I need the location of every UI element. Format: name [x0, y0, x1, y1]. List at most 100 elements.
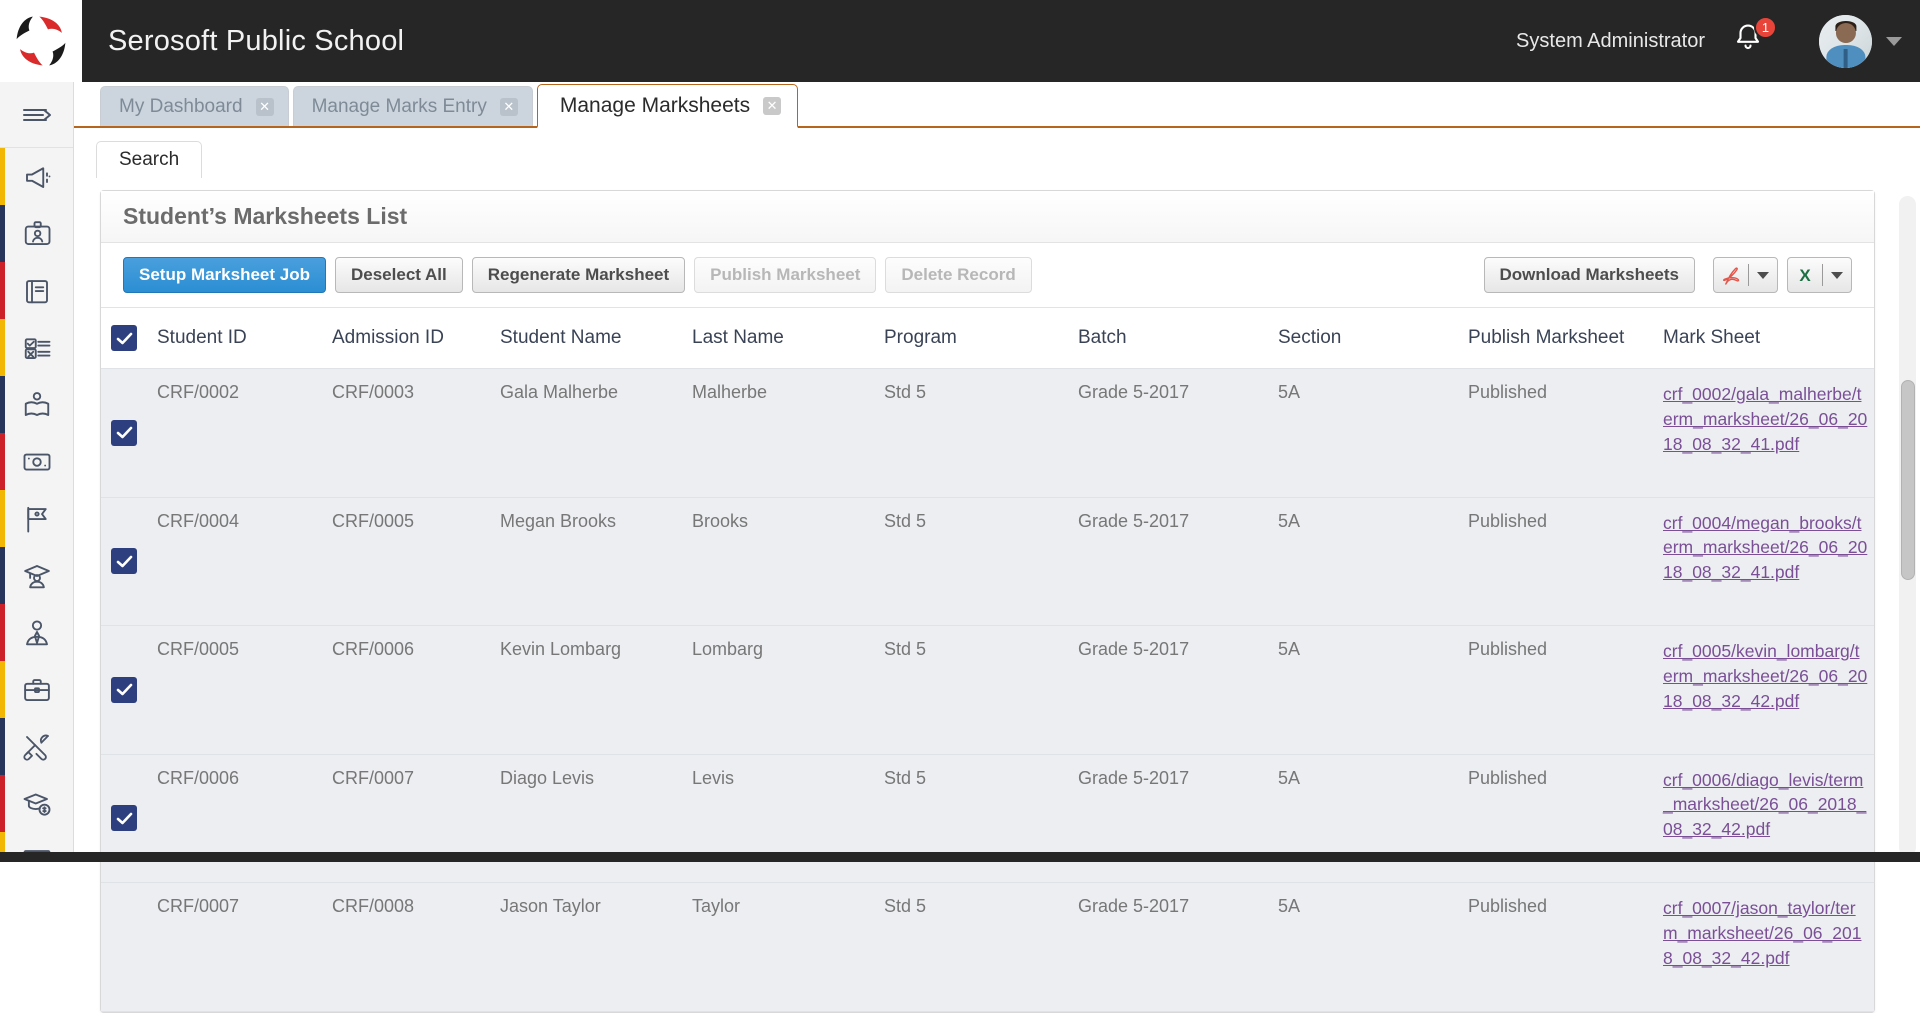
table-row[interactable]: CRF/0004CRF/0005Megan BrooksBrooksStd 5G… — [101, 497, 1874, 626]
cell-admission-id: CRF/0003 — [332, 369, 500, 498]
column-header-admission-id[interactable]: Admission ID — [332, 308, 500, 369]
sub-tab-bar: Search — [74, 138, 1920, 178]
row-select-cell[interactable] — [101, 754, 157, 883]
table-row[interactable]: CRF/0002CRF/0003Gala MalherbeMalherbeStd… — [101, 369, 1874, 498]
sidebar-item-learning[interactable] — [0, 376, 73, 433]
table-header: Student ID Admission ID Student Name Las… — [101, 308, 1874, 369]
download-marksheets-button[interactable]: Download Marksheets — [1484, 257, 1696, 293]
deselect-all-button[interactable]: Deselect All — [335, 257, 463, 293]
column-header-program[interactable]: Program — [884, 308, 1078, 369]
column-header-mark-sheet[interactable]: Mark Sheet — [1663, 308, 1874, 369]
cell-last-name: Taylor — [692, 883, 884, 1012]
table-row[interactable]: CRF/0006CRF/0007Diago LevisLevisStd 5Gra… — [101, 754, 1874, 883]
table-body: CRF/0002CRF/0003Gala MalherbeMalherbeStd… — [101, 369, 1874, 1012]
tab-my-dashboard[interactable]: My Dashboard✕ — [100, 86, 289, 126]
sidebar-item-finance[interactable] — [0, 433, 73, 490]
tab-label: Manage Marks Entry — [312, 96, 487, 118]
close-icon[interactable]: ✕ — [256, 98, 274, 116]
cell-section: 5A — [1278, 497, 1468, 626]
select-all-checkbox[interactable] — [111, 325, 137, 351]
marksheets-table: Student ID Admission ID Student Name Las… — [101, 308, 1874, 1012]
excel-export-split-button[interactable]: X — [1787, 257, 1852, 293]
sidebar-item-staff[interactable] — [0, 604, 73, 661]
row-checkbox[interactable] — [111, 548, 137, 574]
cell-last-name: Malherbe — [692, 369, 884, 498]
marksheet-link[interactable]: crf_0007/jason_taylor/term_marksheet/26_… — [1663, 896, 1868, 971]
cell-program: Std 5 — [884, 369, 1078, 498]
marksheet-link[interactable]: crf_0002/gala_malherbe/term_marksheet/26… — [1663, 382, 1868, 457]
subtab-search[interactable]: Search — [96, 141, 202, 178]
select-all-header-cell — [101, 308, 157, 369]
row-checkbox[interactable] — [111, 677, 137, 703]
setup-marksheet-job-button[interactable]: Setup Marksheet Job — [123, 257, 326, 293]
delete-record-button[interactable]: Delete Record — [885, 257, 1031, 293]
cell-program: Std 5 — [884, 626, 1078, 755]
column-header-publish-marksheet[interactable]: Publish Marksheet — [1468, 308, 1663, 369]
cell-batch: Grade 5-2017 — [1078, 883, 1278, 1012]
flag-icon — [22, 504, 52, 534]
open-book-person-icon — [22, 390, 52, 420]
sidebar-item-examinations[interactable] — [0, 319, 73, 376]
cell-publish-status: Published — [1468, 754, 1663, 883]
cell-program: Std 5 — [884, 883, 1078, 1012]
caret-down-icon[interactable] — [1823, 272, 1851, 279]
cell-last-name: Levis — [692, 754, 884, 883]
cell-admission-id: CRF/0006 — [332, 626, 500, 755]
row-select-cell[interactable] — [101, 883, 157, 1012]
notification-bell-icon[interactable]: 1 — [1733, 21, 1767, 61]
notification-count-badge: 1 — [1754, 16, 1777, 39]
table-row[interactable]: CRF/0007CRF/0008Jason TaylorTaylorStd 5G… — [101, 883, 1874, 1012]
row-select-cell[interactable] — [101, 626, 157, 755]
cell-mark-sheet: crf_0006/diago_levis/term_marksheet/26_0… — [1663, 754, 1874, 883]
expand-sidebar-arrow-icon[interactable] — [0, 82, 73, 148]
cell-admission-id: CRF/0007 — [332, 754, 500, 883]
marksheet-link[interactable]: crf_0006/diago_levis/term_marksheet/26_0… — [1663, 768, 1868, 843]
tab-manage-marksheets[interactable]: Manage Marksheets ✕ — [537, 84, 798, 128]
cell-student-name: Diago Levis — [500, 754, 692, 883]
sidebar-item-settings[interactable] — [0, 718, 73, 775]
cell-student-id: CRF/0002 — [157, 369, 332, 498]
column-header-section[interactable]: Section — [1278, 308, 1468, 369]
checklist-icon — [22, 333, 52, 363]
avatar[interactable] — [1819, 15, 1872, 68]
id-card-icon — [22, 219, 52, 249]
row-checkbox[interactable] — [111, 805, 137, 831]
column-header-student-name[interactable]: Student Name — [500, 308, 692, 369]
cell-mark-sheet: crf_0005/kevin_lombarg/term_marksheet/26… — [1663, 626, 1874, 755]
sidebar-item-events[interactable] — [0, 490, 73, 547]
cell-student-id: CRF/0004 — [157, 497, 332, 626]
close-icon[interactable]: ✕ — [763, 97, 781, 115]
tab-label: Manage Marksheets — [560, 94, 750, 118]
sidebar-item-hr[interactable] — [0, 661, 73, 718]
cell-student-id: CRF/0007 — [157, 883, 332, 1012]
sidebar-item-announcements[interactable] — [0, 148, 73, 205]
sidebar-item-admissions[interactable] — [0, 205, 73, 262]
bottom-edge-strip — [0, 852, 1920, 862]
tab-bar: My Dashboard✕Manage Marks Entry✕Manage M… — [74, 82, 1920, 128]
vertical-scrollbar-thumb[interactable] — [1901, 380, 1915, 580]
sidebar-item-academics[interactable] — [0, 262, 73, 319]
regenerate-marksheet-button[interactable]: Regenerate Marksheet — [472, 257, 685, 293]
top-header-bar: Serosoft Public School System Administra… — [0, 0, 1920, 82]
cell-section: 5A — [1278, 626, 1468, 755]
sidebar-item-students[interactable] — [0, 547, 73, 604]
sidebar-item-scholarships[interactable] — [0, 775, 73, 832]
column-header-batch[interactable]: Batch — [1078, 308, 1278, 369]
marksheet-link[interactable]: crf_0005/kevin_lombarg/term_marksheet/26… — [1663, 639, 1868, 714]
row-checkbox[interactable] — [111, 420, 137, 446]
table-row[interactable]: CRF/0005CRF/0006Kevin LombargLombargStd … — [101, 626, 1874, 755]
chevron-down-icon[interactable] — [1886, 37, 1902, 46]
pdf-export-split-button[interactable] — [1713, 257, 1778, 293]
cell-admission-id: CRF/0005 — [332, 497, 500, 626]
caret-down-icon[interactable] — [1749, 272, 1777, 279]
column-header-student-id[interactable]: Student ID — [157, 308, 332, 369]
tab-manage-marks-entry[interactable]: Manage Marks Entry ✕ — [293, 86, 533, 126]
marksheet-link[interactable]: crf_0004/megan_brooks/term_marksheet/26_… — [1663, 511, 1868, 586]
publish-marksheet-button[interactable]: Publish Marksheet — [694, 257, 876, 293]
row-select-cell[interactable] — [101, 497, 157, 626]
pdf-export-icon — [1714, 265, 1748, 286]
cell-mark-sheet: crf_0007/jason_taylor/term_marksheet/26_… — [1663, 883, 1874, 1012]
close-icon[interactable]: ✕ — [500, 98, 518, 116]
column-header-last-name[interactable]: Last Name — [692, 308, 884, 369]
row-select-cell[interactable] — [101, 369, 157, 498]
